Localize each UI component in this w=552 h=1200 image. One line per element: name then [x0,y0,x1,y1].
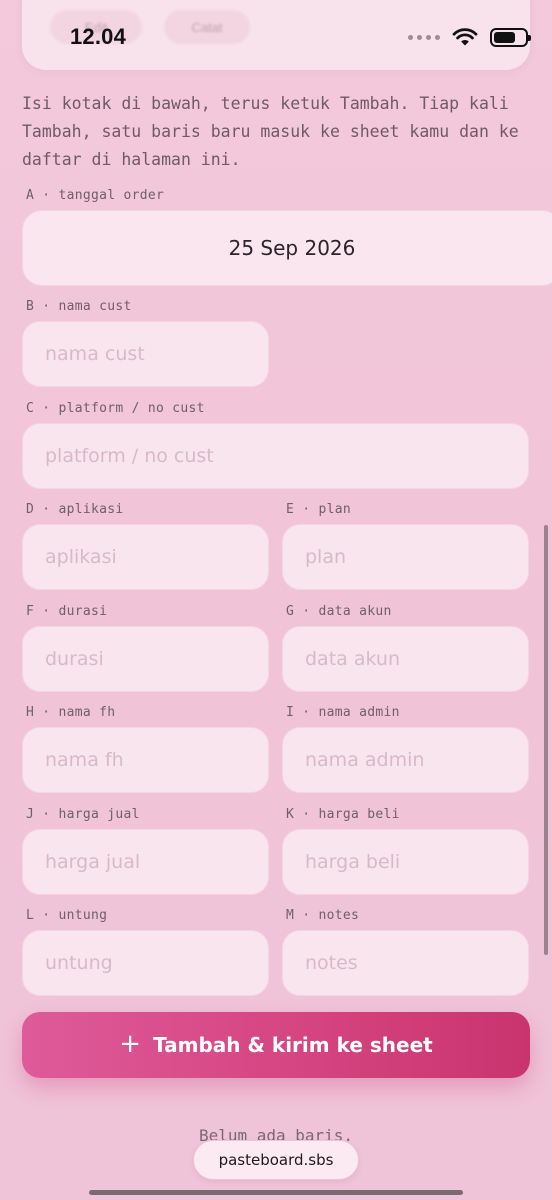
label-aplikasi: D · aplikasi [26,502,124,517]
label-data-akun: G · data akun [286,604,392,619]
notes-input[interactable] [305,952,528,974]
data-akun-input[interactable] [305,648,528,670]
nama-fh-field[interactable] [22,727,269,793]
tambah-kirim-button[interactable]: + Tambah & kirim ke sheet [22,1012,530,1078]
url-pill[interactable]: pasteboard.sbs [193,1140,359,1180]
harga-beli-input[interactable] [305,851,528,873]
status-icons [408,27,531,47]
platform-field[interactable] [22,423,529,489]
plan-field[interactable] [282,524,529,590]
label-tanggal-order: A · tanggal order [26,188,165,203]
nama-fh-input[interactable] [45,749,268,771]
label-notes: M · notes [286,908,360,923]
scrollbar[interactable] [544,525,548,955]
nama-admin-field[interactable] [282,727,529,793]
battery-icon [490,27,531,47]
nama-admin-input[interactable] [305,749,528,771]
nama-cust-field[interactable] [22,321,269,387]
data-akun-field[interactable] [282,626,529,692]
status-time: 12.04 [70,24,127,49]
harga-beli-field[interactable] [282,829,529,895]
label-durasi: F · durasi [26,604,108,619]
aplikasi-field[interactable] [22,524,269,590]
harga-jual-field[interactable] [22,829,269,895]
wifi-icon [452,27,478,45]
tambah-kirim-label: Tambah & kirim ke sheet [153,1033,433,1057]
durasi-field[interactable] [22,626,269,692]
label-platform: C · platform / no cust [26,401,205,416]
aplikasi-input[interactable] [45,546,268,568]
untung-input[interactable] [45,952,268,974]
notes-field[interactable] [282,930,529,996]
cellular-signal-icon [408,34,440,40]
plan-input[interactable] [305,546,528,568]
label-nama-fh: H · nama fh [26,705,116,720]
harga-jual-input[interactable] [45,851,268,873]
label-harga-jual: J · harga jual [26,807,140,822]
label-nama-cust: B · nama cust [26,299,132,314]
nama-cust-input[interactable] [45,343,268,365]
label-nama-admin: I · nama admin [286,705,400,720]
plus-icon: + [119,1028,142,1059]
label-plan: E · plan [286,502,352,517]
intro-text: Isi kotak di bawah, terus ketuk Tambah. … [22,94,519,169]
durasi-input[interactable] [45,648,268,670]
untung-field[interactable] [22,930,269,996]
label-untung: L · untung [26,908,108,923]
home-indicator[interactable] [89,1190,463,1195]
platform-input[interactable] [45,445,528,467]
label-harga-beli: K · harga beli [286,807,400,822]
tanggal-order-field[interactable]: 25 Sep 2026 [22,210,552,286]
status-bar: 12.04 [0,0,552,62]
